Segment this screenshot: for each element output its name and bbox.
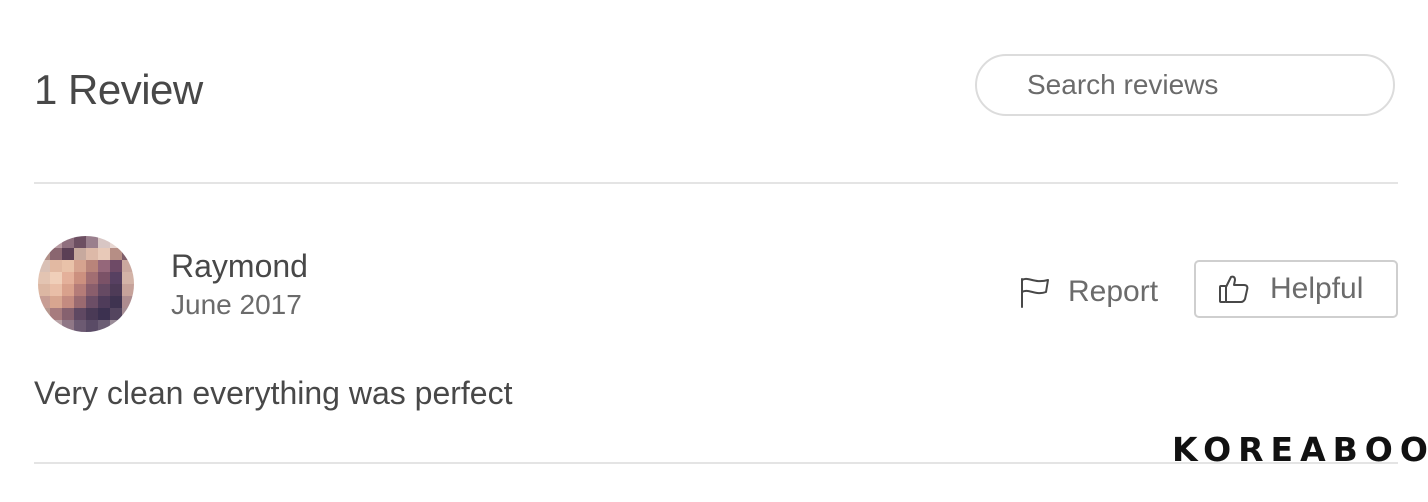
search-reviews-input[interactable] <box>1025 68 1369 102</box>
divider-top <box>34 182 1398 184</box>
search-reviews-box[interactable] <box>975 54 1395 116</box>
report-button[interactable]: Report <box>1018 270 1158 314</box>
reviews-count-title: 1 Review <box>34 66 203 113</box>
report-label: Report <box>1068 275 1159 308</box>
review-date: June 2017 <box>171 289 302 320</box>
thumbs-up-icon <box>1218 273 1250 305</box>
reviewer-name[interactable]: Raymond <box>171 246 308 286</box>
reviewer-avatar[interactable] <box>38 236 134 332</box>
review-text: Very clean everything was perfect <box>34 375 513 411</box>
flag-icon <box>1018 275 1052 309</box>
watermark-logo: KOREABOO <box>1172 430 1428 469</box>
helpful-button[interactable]: Helpful <box>1194 260 1398 318</box>
helpful-label: Helpful <box>1270 272 1364 305</box>
